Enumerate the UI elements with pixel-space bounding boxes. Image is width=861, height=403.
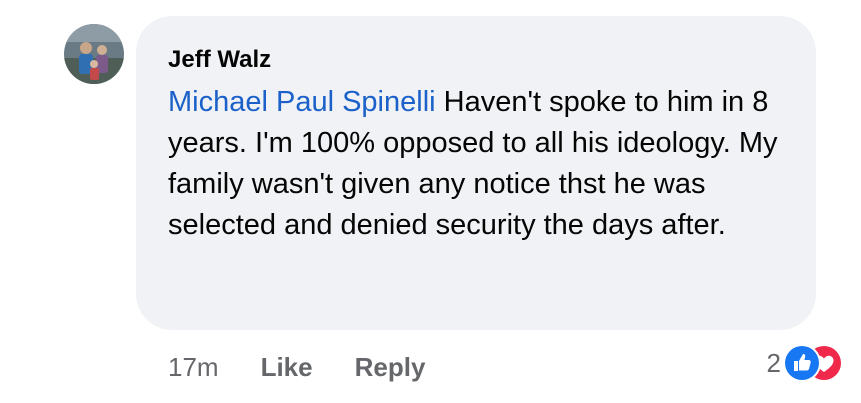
avatar-photo-icon [64, 24, 124, 84]
comment-actions: 17m Like Reply [168, 350, 467, 384]
comment-bubble: Jeff Walz Michael Paul Spinelli Haven't … [136, 16, 816, 330]
reaction-count: 2 [766, 347, 781, 378]
comment-container: Jeff Walz Michael Paul Spinelli Haven't … [0, 0, 861, 403]
comment-author[interactable]: Jeff Walz [168, 44, 786, 76]
comment-timestamp[interactable]: 17m [168, 352, 219, 383]
reaction-summary[interactable]: 2 [767, 346, 841, 380]
comment-body: Michael Paul Spinelli Haven't spoke to h… [168, 82, 788, 246]
mention-link[interactable]: Michael Paul Spinelli [168, 86, 436, 118]
like-icon [785, 346, 819, 380]
like-button[interactable]: Like [261, 352, 313, 383]
avatar[interactable] [64, 24, 124, 84]
reply-button[interactable]: Reply [355, 352, 426, 383]
reaction-icons [785, 346, 841, 380]
